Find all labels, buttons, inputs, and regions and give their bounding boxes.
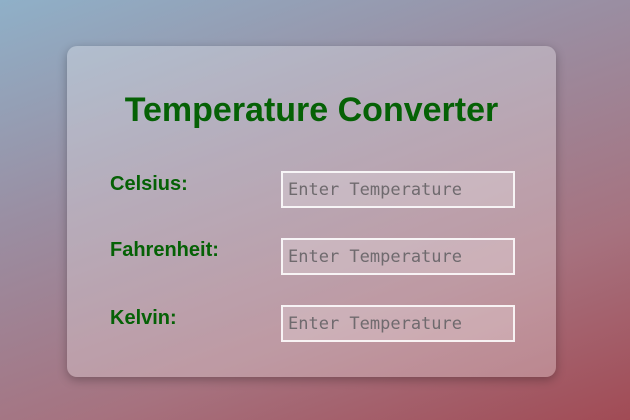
converter-card: Temperature Converter Celsius: Fahrenhei…	[67, 46, 556, 377]
celsius-input[interactable]	[281, 171, 515, 208]
kelvin-label: Kelvin:	[110, 307, 177, 329]
page-title: Temperature Converter	[124, 91, 499, 129]
fahrenheit-input[interactable]	[281, 238, 515, 275]
kelvin-input[interactable]	[281, 305, 515, 342]
fahrenheit-label: Fahrenheit:	[110, 239, 219, 261]
celsius-label: Celsius:	[110, 173, 188, 195]
